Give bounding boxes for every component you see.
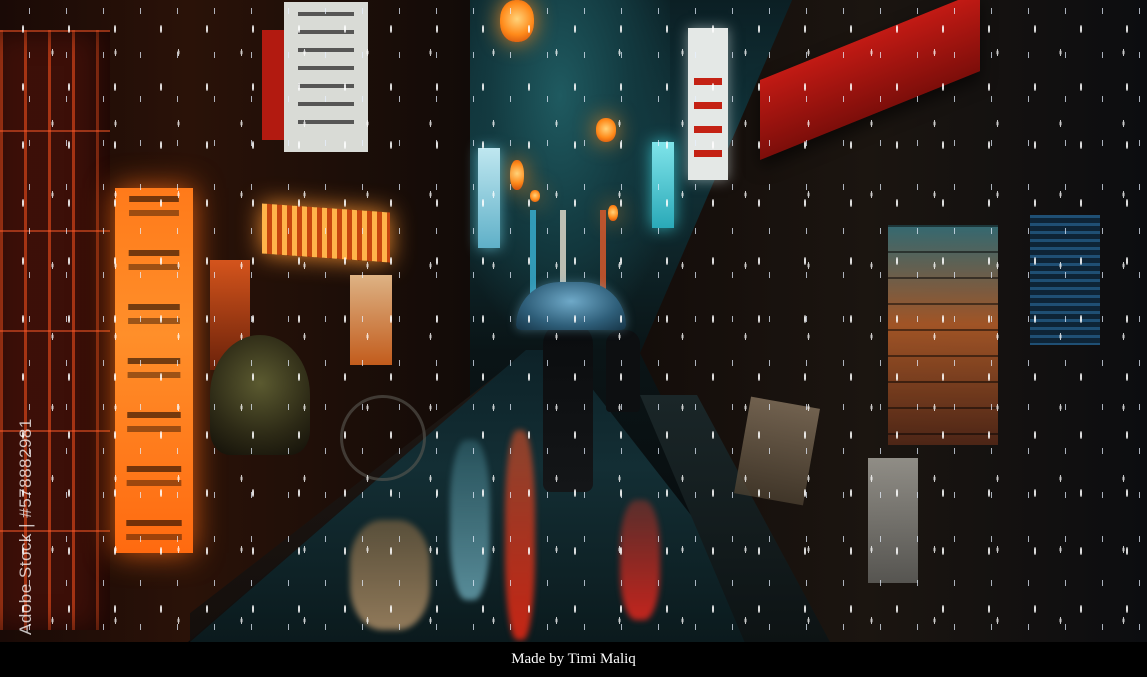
stock-watermark: Adobe Stock | #578882981	[16, 418, 35, 635]
rainy-street-photo: Adobe Stock | #578882981	[0, 0, 1147, 642]
rain-overlay	[0, 0, 1147, 642]
image-caption: Made by Timi Maliq	[0, 642, 1147, 677]
page-frame: Adobe Stock | #578882981 Made by Timi Ma…	[0, 0, 1147, 677]
